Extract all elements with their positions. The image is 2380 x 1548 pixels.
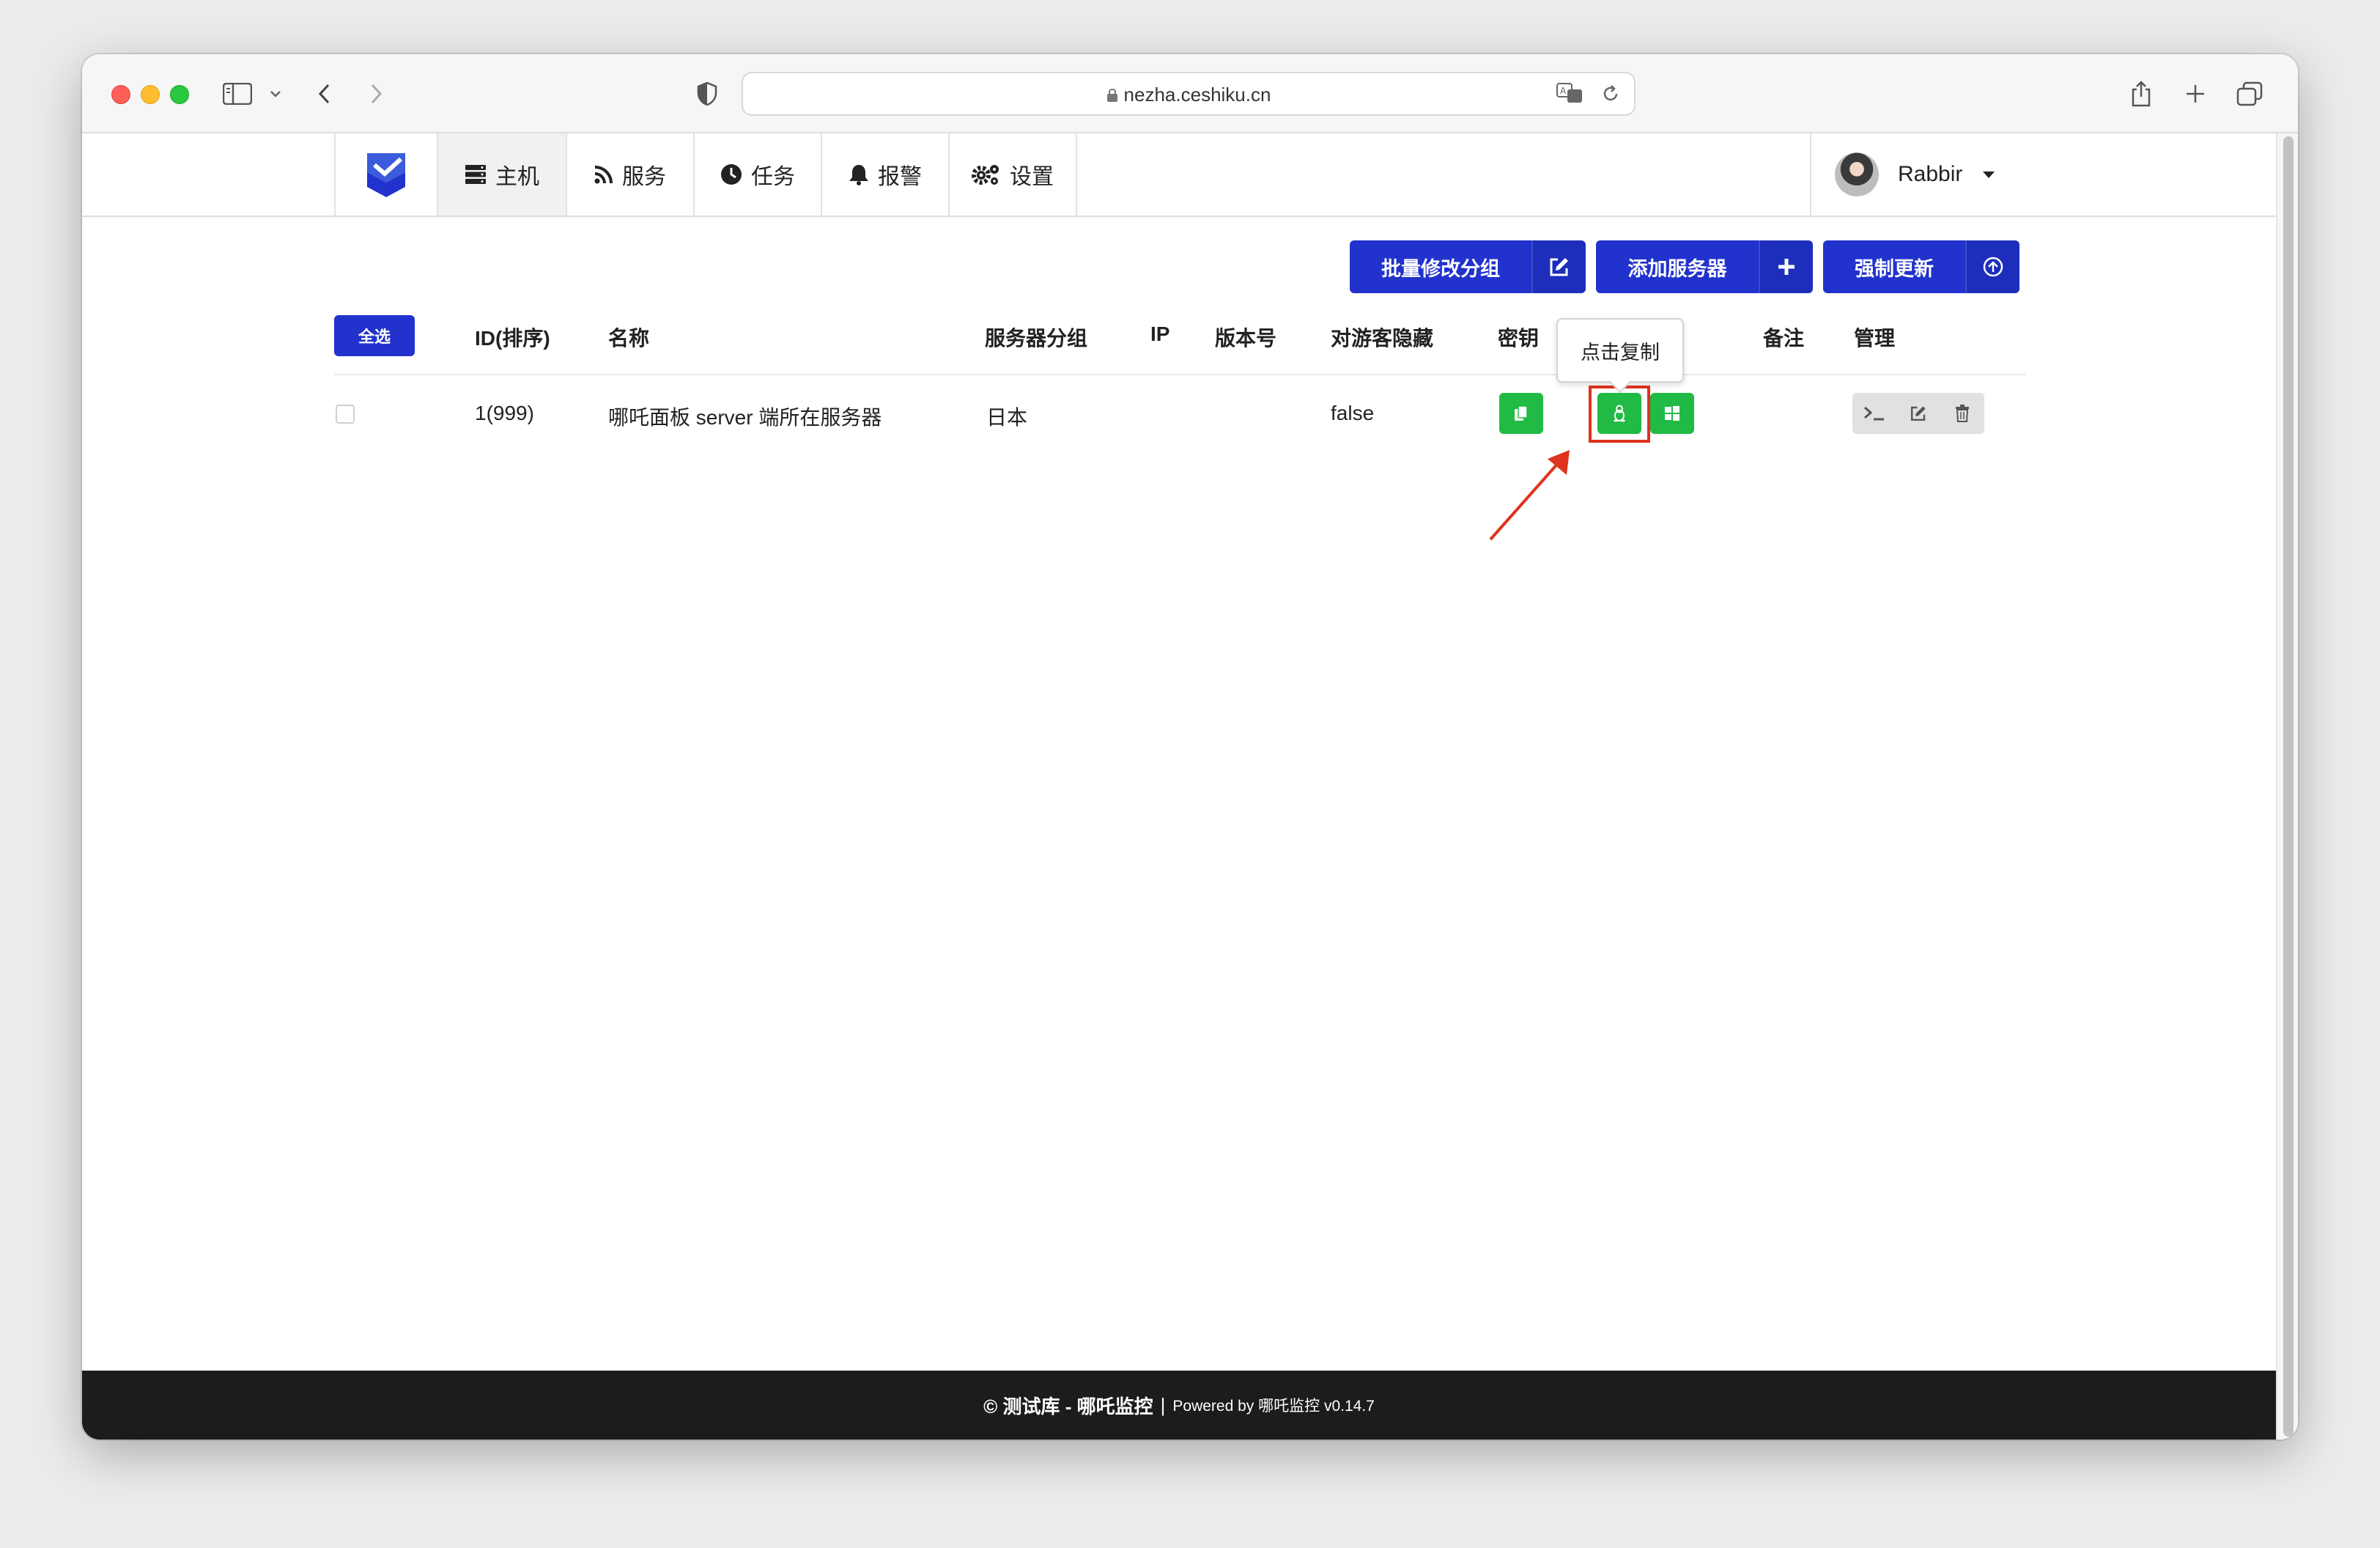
nav-item-settings[interactable]: 设置 xyxy=(950,133,1077,215)
highlight-box xyxy=(1589,386,1650,443)
edit-button[interactable] xyxy=(1896,393,1940,434)
reload-icon[interactable] xyxy=(1600,84,1621,108)
chevron-down-icon[interactable] xyxy=(267,81,284,107)
copy-tooltip: 点击复制 xyxy=(1556,318,1684,394)
browser-titlebar: nezha.ceshiku.cn A xyxy=(82,54,2298,133)
scrollbar-thumb[interactable] xyxy=(2283,136,2294,1437)
browser-window: nezha.ceshiku.cn A 主机 服务 任务 报警 设置 Rabbir… xyxy=(82,54,2298,1440)
col-header-ip[interactable]: IP xyxy=(1150,322,1169,346)
manage-button-group xyxy=(1852,393,1984,434)
minimize-window-button[interactable] xyxy=(141,85,160,104)
copy-icon xyxy=(1515,405,1528,421)
button-label: 添加服务器 xyxy=(1627,257,1727,280)
clock-icon xyxy=(721,164,742,185)
batch-edit-group-button[interactable]: 批量修改分组 xyxy=(1350,240,1586,293)
col-header-manage[interactable]: 管理 xyxy=(1854,322,1895,352)
back-icon[interactable] xyxy=(314,81,336,107)
scrollbar[interactable] xyxy=(2276,133,2298,1440)
col-header-secret[interactable]: 密钥 xyxy=(1498,322,1539,352)
user-name: Rabbir xyxy=(1898,162,1963,186)
force-update-button[interactable]: 强制更新 xyxy=(1823,240,2019,293)
share-icon[interactable] xyxy=(2128,81,2154,107)
footer-powered: Powered by 哪吒监控 v0.14.7 xyxy=(1172,1398,1375,1415)
copy-secret-button[interactable] xyxy=(1499,393,1543,434)
row-checkbox[interactable] xyxy=(336,405,355,424)
col-header-version[interactable]: 版本号 xyxy=(1215,322,1276,352)
select-all-button[interactable]: 全选 xyxy=(334,315,415,356)
avatar xyxy=(1835,152,1879,196)
col-header-name[interactable]: 名称 xyxy=(608,322,649,352)
table-divider xyxy=(334,374,2025,375)
col-header-note[interactable]: 备注 xyxy=(1763,322,1804,352)
col-header-hide-guest[interactable]: 对游客隐藏 xyxy=(1331,322,1433,352)
close-window-button[interactable] xyxy=(111,85,130,104)
nav-item-hosts[interactable]: 主机 xyxy=(438,133,567,215)
sidebar-toggle-icon[interactable] xyxy=(221,81,254,107)
server-icon xyxy=(465,165,486,184)
lock-icon xyxy=(1106,89,1117,102)
windows-icon xyxy=(1665,406,1679,421)
nav-item-alerts[interactable]: 报警 xyxy=(822,133,950,215)
new-tab-icon[interactable] xyxy=(2182,81,2209,107)
edit-icon xyxy=(1911,406,1926,421)
terminal-button[interactable] xyxy=(1852,393,1896,434)
forward-icon[interactable] xyxy=(365,81,387,107)
nav-item-label: 任务 xyxy=(751,165,795,189)
address-bar[interactable]: nezha.ceshiku.cn A xyxy=(742,72,1636,116)
nav-item-label: 服务 xyxy=(622,165,666,189)
svg-text:A: A xyxy=(1560,86,1567,96)
col-header-id[interactable]: ID(排序) xyxy=(475,322,550,352)
plus-icon xyxy=(1759,240,1813,293)
copy-windows-install-button[interactable] xyxy=(1650,393,1694,434)
footer-brand: © 测试库 - 哪吒监控 xyxy=(983,1395,1153,1418)
top-nav: 主机 服务 任务 报警 设置 Rabbir xyxy=(82,133,2276,217)
terminal-icon xyxy=(1864,406,1884,421)
nav-item-label: 主机 xyxy=(495,165,539,189)
add-server-button[interactable]: 添加服务器 xyxy=(1596,240,1813,293)
tab-overview-icon[interactable] xyxy=(2235,81,2264,107)
user-menu[interactable]: Rabbir xyxy=(1810,133,2280,215)
bell-icon xyxy=(849,165,868,185)
cell-hide-guest: false xyxy=(1331,402,1375,424)
cogs-icon xyxy=(972,165,999,185)
nav-item-services[interactable]: 服务 xyxy=(567,133,695,215)
arrow-circle-up-icon xyxy=(1965,240,2019,293)
site-logo[interactable] xyxy=(336,133,438,215)
button-label: 批量修改分组 xyxy=(1381,257,1500,280)
annotation-arrow xyxy=(1486,443,1581,549)
shield-icon[interactable] xyxy=(695,81,720,107)
edit-icon xyxy=(1531,240,1586,293)
delete-button[interactable] xyxy=(1940,393,1984,434)
page-footer: © 测试库 - 哪吒监控 | Powered by 哪吒监控 v0.14.7 xyxy=(82,1371,2276,1440)
button-label: 强制更新 xyxy=(1855,257,1934,280)
cell-name: 哪吒面板 server 端所在服务器 xyxy=(608,406,882,429)
trash-icon xyxy=(1956,405,1969,422)
url-text: nezha.ceshiku.cn xyxy=(743,84,1634,106)
translate-icon[interactable]: A xyxy=(1556,82,1583,108)
nav-menu: 主机 服务 任务 报警 设置 xyxy=(334,133,1077,215)
zoom-window-button[interactable] xyxy=(170,85,189,104)
logo-icon xyxy=(367,153,405,197)
footer-separator: | xyxy=(1160,1393,1166,1416)
nav-item-tasks[interactable]: 任务 xyxy=(695,133,822,215)
nav-item-label: 报警 xyxy=(878,165,922,189)
rss-icon xyxy=(594,166,613,184)
nav-item-label: 设置 xyxy=(1010,165,1054,189)
tooltip-text: 点击复制 xyxy=(1581,341,1660,364)
cell-group: 日本 xyxy=(986,406,1028,429)
cell-id: 1(999) xyxy=(475,402,534,424)
col-header-group[interactable]: 服务器分组 xyxy=(985,322,1087,352)
caret-down-icon xyxy=(1983,171,1995,178)
